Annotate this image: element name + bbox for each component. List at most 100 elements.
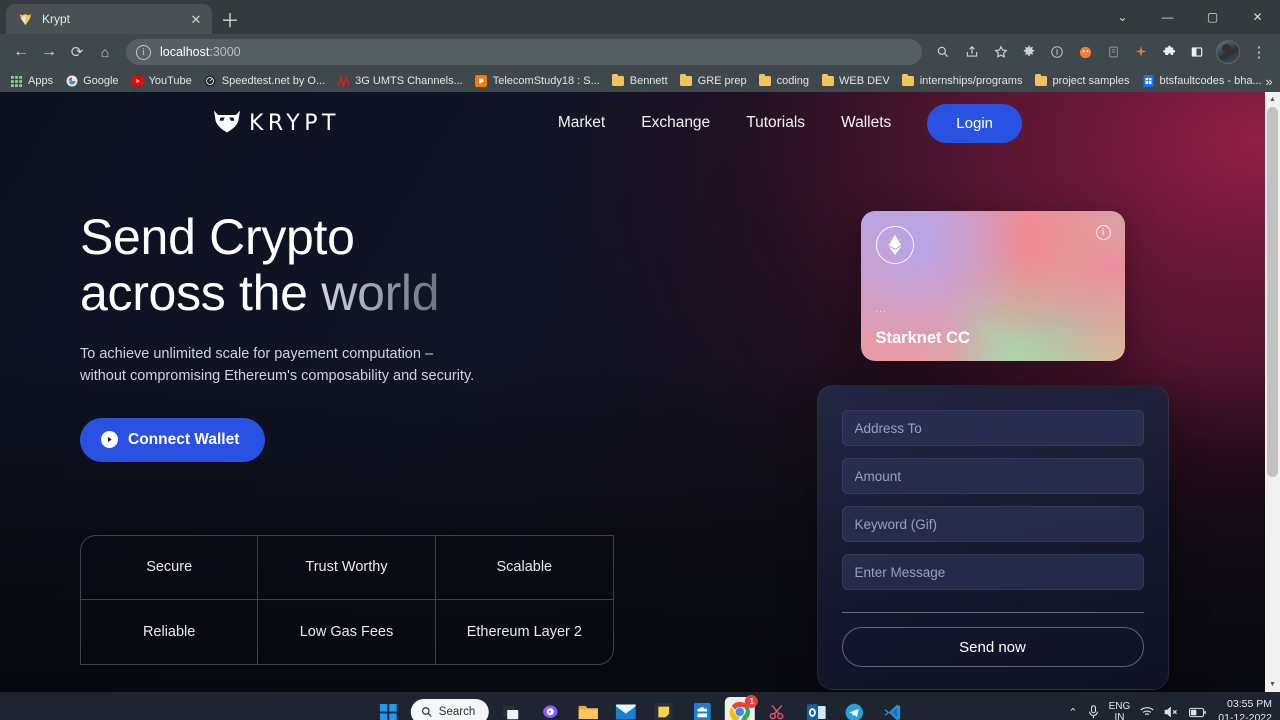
- puzzle-extensions-icon[interactable]: [1155, 38, 1183, 66]
- profile-avatar[interactable]: [1216, 40, 1240, 64]
- hero-title-line2-a: across the: [80, 265, 322, 321]
- close-icon[interactable]: ✕: [188, 11, 204, 27]
- keyword-input[interactable]: [841, 506, 1144, 542]
- bookmarks-overflow-button[interactable]: »: [1261, 74, 1277, 89]
- bookmark-web-dev[interactable]: WEB DEV: [815, 71, 896, 91]
- send-now-button[interactable]: Send now: [841, 627, 1144, 667]
- address-to-input[interactable]: [841, 410, 1144, 446]
- form-divider: [841, 612, 1144, 613]
- bookmark-star-icon[interactable]: [987, 38, 1015, 66]
- browser-tab[interactable]: Krypt ✕: [6, 4, 212, 34]
- speedtest-icon: [204, 75, 217, 88]
- zoom-icon[interactable]: [929, 38, 957, 66]
- bookmark-speedtest[interactable]: Speedtest.net by O...: [198, 71, 331, 91]
- bookmark-label: btsfaultcodes - bha...: [1159, 75, 1262, 87]
- telegram-icon[interactable]: [839, 697, 869, 720]
- outlook-icon[interactable]: [801, 697, 831, 720]
- login-button[interactable]: Login: [927, 103, 1022, 143]
- nav-links: Market Exchange Tutorials Wallets Login: [558, 103, 1265, 143]
- connect-wallet-button[interactable]: Connect Wallet: [80, 417, 266, 462]
- reader-icon[interactable]: [1099, 38, 1127, 66]
- feature-cell: Trust Worthy: [258, 535, 436, 600]
- region-code: IN: [1114, 712, 1125, 720]
- share-icon[interactable]: [958, 38, 986, 66]
- back-icon[interactable]: ←: [7, 38, 35, 66]
- ethereum-card[interactable]: i ... Starknet CC: [861, 211, 1125, 361]
- tray-overflow-icon[interactable]: ⌃: [1068, 706, 1077, 719]
- bookmark-gre-prep[interactable]: GRE prep: [674, 71, 753, 91]
- sticky-notes-icon[interactable]: [649, 697, 679, 720]
- site-logo[interactable]: KRYPT: [212, 108, 340, 139]
- info-icon[interactable]: i: [1095, 225, 1111, 240]
- google-icon: [65, 75, 78, 88]
- mic-icon[interactable]: [1088, 705, 1099, 719]
- window-close-button[interactable]: ✕: [1235, 0, 1280, 34]
- bookmark-youtube[interactable]: YouTube: [125, 71, 198, 91]
- scroll-up-arrow-icon[interactable]: ▲: [1265, 92, 1280, 107]
- bookmark-label: Apps: [28, 75, 54, 87]
- bookmark-umts[interactable]: 3G UMTS Channels...: [331, 71, 469, 91]
- bookmark-project-samples[interactable]: project samples: [1028, 71, 1135, 91]
- forward-icon[interactable]: →: [35, 38, 63, 66]
- maximize-button[interactable]: ▢: [1190, 0, 1235, 34]
- gear-icon[interactable]: [1015, 38, 1043, 66]
- site-info-icon[interactable]: i: [136, 44, 151, 60]
- youtube-icon: [130, 75, 144, 88]
- nav-link-tutorials[interactable]: Tutorials: [746, 114, 805, 132]
- hero-left-column: Send Crypto across the world To achieve …: [80, 209, 720, 690]
- scrollbar-thumb[interactable]: [1267, 107, 1278, 477]
- bookmark-label: Speedtest.net by O...: [221, 75, 326, 87]
- bookmark-internships[interactable]: internships/programs: [896, 71, 1029, 91]
- system-tray: ⌃ ENG IN 03:55 PM 01-12-2022: [1068, 698, 1272, 720]
- folder-icon: [1034, 73, 1047, 88]
- chat-icon[interactable]: [535, 697, 565, 720]
- taskbar-search[interactable]: Search: [410, 699, 490, 720]
- umts-icon: [337, 75, 350, 88]
- tab-title: Krypt: [42, 12, 71, 26]
- wifi-icon[interactable]: [1140, 706, 1154, 718]
- scroll-down-arrow-icon[interactable]: ▼: [1265, 677, 1280, 692]
- microsoft-store-icon[interactable]: [687, 697, 717, 720]
- spark-icon[interactable]: [1127, 38, 1155, 66]
- home-icon[interactable]: ⌂: [91, 38, 119, 66]
- browser-menu-icon[interactable]: ⋮: [1245, 38, 1273, 66]
- feature-cell: Reliable: [81, 599, 259, 664]
- apps-grid-icon: [10, 75, 23, 88]
- mail-icon[interactable]: [611, 697, 641, 720]
- message-input[interactable]: [841, 554, 1144, 590]
- snipping-tool-icon[interactable]: [763, 697, 793, 720]
- bookmark-coding[interactable]: coding: [753, 71, 815, 91]
- chrome-icon[interactable]: 1: [725, 695, 759, 720]
- bookmark-apps[interactable]: Apps: [4, 71, 59, 91]
- vscode-icon[interactable]: [877, 697, 907, 720]
- task-view-icon[interactable]: [497, 697, 527, 720]
- page-scrollbar[interactable]: ▲ ▼: [1265, 92, 1280, 692]
- tab-search-icon[interactable]: ⌄: [1100, 0, 1145, 34]
- shield-icon[interactable]: [1043, 38, 1071, 66]
- new-tab-button[interactable]: ＋: [216, 5, 244, 33]
- file-explorer-icon[interactable]: [573, 697, 603, 720]
- volume-muted-icon[interactable]: [1164, 706, 1179, 718]
- taskbar-clock[interactable]: 03:55 PM 01-12-2022: [1218, 698, 1272, 720]
- reload-icon[interactable]: ⟳: [63, 38, 91, 66]
- sidepanel-icon[interactable]: [1183, 38, 1211, 66]
- address-bar[interactable]: i localhost:3000: [126, 39, 922, 65]
- nav-link-wallets[interactable]: Wallets: [841, 114, 891, 132]
- nav-link-market[interactable]: Market: [558, 114, 605, 132]
- amount-input[interactable]: [841, 458, 1144, 494]
- battery-icon[interactable]: [1189, 707, 1207, 718]
- bookmark-label: internships/programs: [919, 75, 1023, 87]
- folder-icon: [821, 73, 834, 88]
- start-button[interactable]: [373, 697, 403, 720]
- nav-link-exchange[interactable]: Exchange: [641, 114, 710, 132]
- eth-card-name: Starknet CC: [875, 329, 970, 347]
- bookmark-google[interactable]: Google: [59, 71, 124, 91]
- language-indicator[interactable]: ENG IN: [1109, 701, 1131, 720]
- bookmark-bennett[interactable]: Bennett: [606, 71, 674, 91]
- bookmark-btsfaultcodes[interactable]: btsfaultcodes - bha...: [1136, 71, 1268, 91]
- sheets-icon: [1142, 75, 1155, 88]
- minimize-button[interactable]: —: [1145, 0, 1190, 34]
- fox-icon[interactable]: [1071, 38, 1099, 66]
- krypt-page: KRYPT Market Exchange Tutorials Wallets …: [0, 92, 1265, 692]
- bookmark-telecomstudy[interactable]: TelecomStudy18 : S...: [469, 71, 606, 91]
